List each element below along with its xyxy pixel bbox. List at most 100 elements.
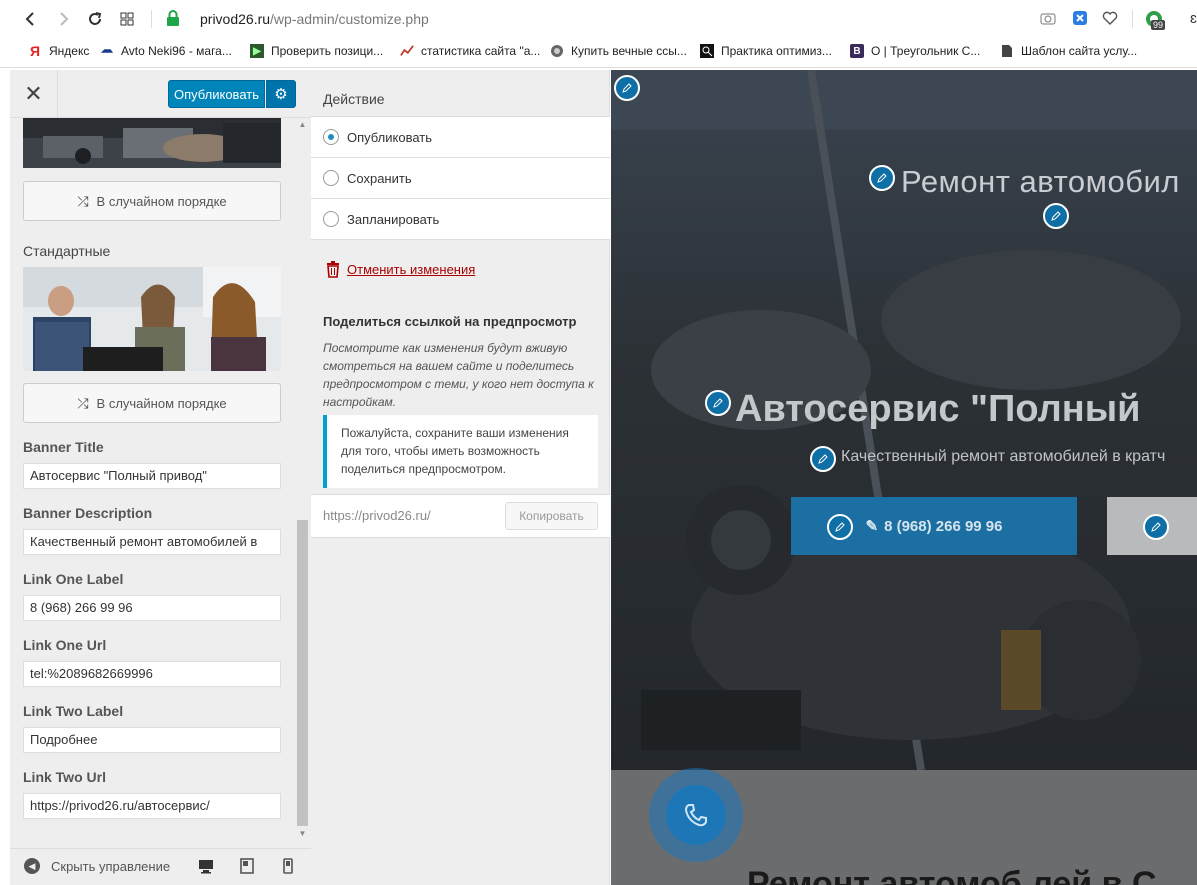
link-one-url-label: Link One Url (23, 637, 107, 653)
call-button[interactable] (649, 768, 743, 862)
heart-icon[interactable] (1102, 10, 1120, 28)
shuffle-icon: ⤮ (77, 394, 89, 411)
hero-description: Качественный ремонт автомобилей в кратч (841, 448, 1166, 465)
camera-icon[interactable] (1040, 10, 1058, 28)
banner-title-label: Banner Title (23, 439, 104, 455)
share-url: https://privod26.ru/ (323, 508, 431, 523)
car-icon (100, 44, 114, 58)
bookmark-check[interactable]: ▶ Проверить позици... (250, 44, 383, 58)
arrow-box-icon: ▶ (250, 44, 264, 58)
bookmark-links[interactable]: Купить вечные ссы... (550, 44, 687, 58)
bookmark-stats[interactable]: статистика сайта "а... (400, 44, 540, 58)
radio-save[interactable]: Сохранить (311, 157, 610, 198)
scrollbar-thumb[interactable] (297, 520, 308, 826)
section-title-standard: Стандартные (23, 243, 111, 259)
chart-icon (400, 44, 414, 58)
url-host: privod26.ru (200, 11, 271, 27)
yandex-icon: Я (29, 43, 41, 59)
bookmark-label: Проверить позици... (271, 44, 384, 58)
link-one-url-input[interactable]: tel:%2089682669996 (23, 661, 281, 687)
radio-label: Опубликовать (347, 129, 433, 145)
discard-changes-link[interactable]: Отменить изменения (325, 260, 475, 278)
trash-icon (327, 261, 339, 278)
edit-shortcut-pencil-icon[interactable] (827, 514, 853, 540)
phone-icon (666, 785, 726, 845)
reload-icon[interactable] (84, 8, 106, 30)
bookmark-label: Яндекс (49, 44, 90, 58)
globe-icon (550, 44, 564, 58)
bookmark-triangle[interactable]: B О | Треугольник С... (850, 44, 980, 58)
apps-grid-icon[interactable] (116, 8, 138, 30)
hide-controls-label: Скрыть управление (51, 858, 171, 874)
radio-unchecked-icon (323, 211, 339, 227)
close-icon[interactable]: ✕ (10, 70, 58, 118)
shuffle-icon: ⤮ (77, 192, 89, 209)
gear-icon[interactable]: ⚙ (266, 80, 296, 108)
site-preview: Ремонт автомобил Автосервис "Полный Каче… (611, 70, 1197, 885)
b-icon: B (850, 44, 864, 58)
radio-unchecked-icon (323, 170, 339, 186)
page-edge (0, 70, 10, 885)
banner-title-input[interactable]: Автосервис "Полный привод" (23, 463, 281, 489)
shield-icon[interactable] (1072, 10, 1090, 28)
back-icon[interactable] (20, 8, 42, 30)
scroll-up-arrow-icon[interactable]: ▲ (297, 120, 308, 130)
desktop-preview-icon[interactable] (198, 858, 214, 875)
address-bar[interactable]: privod26.ru/wp-admin/customize.php (200, 11, 429, 27)
bookmark-label: Купить вечные ссы... (571, 44, 687, 58)
publish-button[interactable]: Опубликовать (168, 80, 265, 108)
bookmark-practice[interactable]: Практика оптимиз... (700, 44, 832, 58)
bookmark-yandex[interactable]: Я Яндекс (28, 43, 90, 59)
lock-icon (166, 10, 180, 26)
radio-checked-icon (323, 129, 339, 145)
file-icon (1000, 44, 1014, 58)
link-two-label-label: Link Two Label (23, 703, 124, 719)
edit-shortcut-pencil-icon[interactable] (869, 165, 895, 191)
scroll-down-arrow-icon[interactable]: ▼ (297, 829, 308, 839)
bookmarks-bar: Я Яндекс Avto Neki96 - мага... ▶ Проверить… (0, 38, 1197, 68)
menu-icon[interactable]: ɛ (1190, 10, 1197, 27)
edit-icon: ✎ (865, 518, 879, 535)
radio-schedule[interactable]: Запланировать (311, 198, 610, 240)
bookmark-label: статистика сайта "а... (421, 44, 541, 58)
edit-shortcut-pencil-icon[interactable] (614, 75, 640, 101)
link-one-label-input[interactable]: 8 (968) 266 99 96 (23, 595, 281, 621)
link-two-url-input[interactable]: https://privod26.ru/автосервис/ (23, 793, 281, 819)
bookmark-avto[interactable]: Avto Neki96 - мага... (100, 44, 232, 58)
discard-label: Отменить изменения (347, 261, 476, 277)
mobile-preview-icon[interactable] (283, 858, 299, 875)
collapse-arrow-icon: ◀ (24, 858, 40, 874)
copy-button[interactable]: Копировать (505, 502, 598, 530)
shuffle-button[interactable]: ⤮ В случайном порядке (23, 181, 281, 221)
bookmark-label: Практика оптимиз... (721, 44, 832, 58)
divider (151, 10, 152, 28)
magnifier-icon (700, 44, 714, 58)
extension-icon[interactable]: 99 (1145, 10, 1171, 34)
bookmark-label: О | Треугольник С... (871, 44, 981, 58)
share-preview-title: Поделиться ссылкой на предпросмотр (323, 314, 577, 329)
edit-shortcut-pencil-icon[interactable] (810, 446, 836, 472)
extension-badge: 99 (1151, 20, 1166, 30)
engine-image-thumbnail (23, 118, 281, 168)
save-notice: Пожалуйста, сохраните ваши изменения для… (323, 415, 598, 488)
edit-shortcut-pencil-icon[interactable] (1143, 514, 1169, 540)
link-two-label-input[interactable]: Подробнее (23, 727, 281, 753)
forward-icon[interactable] (52, 8, 74, 30)
tablet-preview-icon[interactable] (240, 858, 256, 875)
url-path: /wp-admin/customize.php (270, 11, 429, 27)
bookmark-template[interactable]: Шаблон сайта услу... (1000, 44, 1137, 58)
radio-label: Запланировать (347, 211, 440, 227)
banner-description-input[interactable]: Качественный ремонт автомобилей в (23, 529, 281, 555)
divider (1132, 10, 1133, 28)
radio-publish[interactable]: Опубликовать (311, 116, 610, 157)
hide-controls-button[interactable]: ◀ Скрыть управление (24, 858, 170, 874)
link-one-label-label: Link One Label (23, 571, 124, 587)
shuffle-label: В случайном порядке (96, 395, 227, 411)
section-heading: Ремонт автомоб лей в С (747, 865, 1157, 885)
action-title: Действие (323, 91, 385, 107)
shuffle-button[interactable]: ⤮ В случайном порядке (23, 383, 281, 423)
office-people-image-thumbnail (23, 267, 281, 371)
browser-toolbar: privod26.ru/wp-admin/customize.php 99 ɛ (0, 0, 1197, 38)
edit-shortcut-pencil-icon[interactable] (1043, 203, 1069, 229)
edit-shortcut-pencil-icon[interactable] (705, 390, 731, 416)
